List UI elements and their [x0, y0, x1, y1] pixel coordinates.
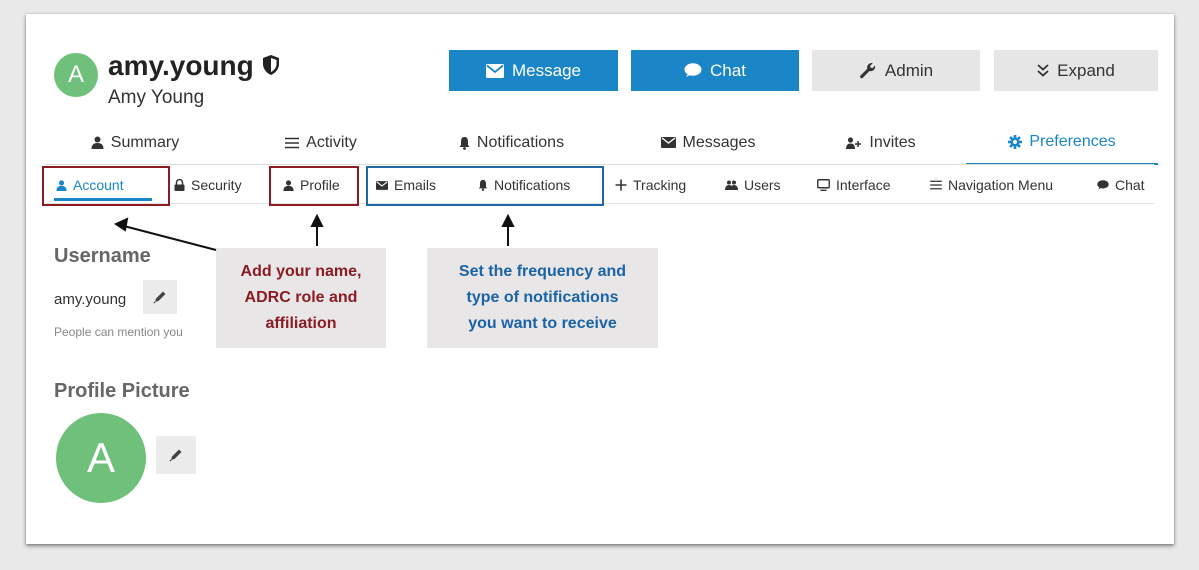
arrow-to-profile: [310, 213, 324, 246]
profile-card: A amy.young Amy Young Message Chat Admin…: [26, 14, 1174, 544]
arrow-to-notifications: [501, 213, 515, 246]
arrow-to-account: [113, 217, 217, 251]
annotation-arrows: [113, 213, 515, 251]
